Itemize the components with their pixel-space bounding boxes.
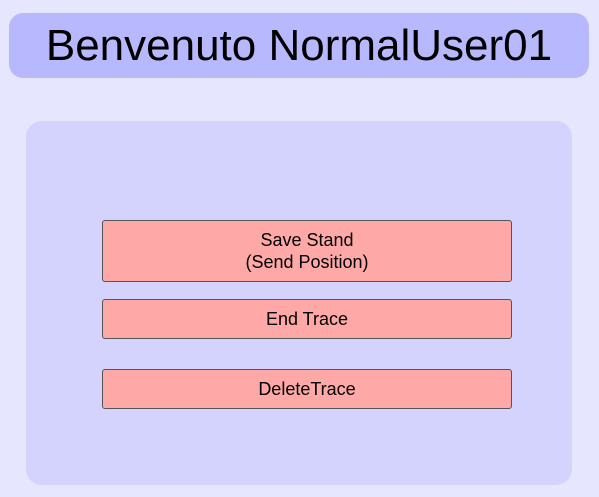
- send-position-label: (Send Position): [245, 252, 369, 272]
- welcome-header: Benvenuto NormalUser01: [9, 13, 589, 78]
- page-title: Benvenuto NormalUser01: [45, 20, 553, 70]
- end-trace-label: End Trace: [265, 309, 349, 329]
- delete-trace-label: DeleteTrace: [258, 379, 356, 399]
- save-stand-button[interactable]: Save Stand (Send Position): [102, 220, 512, 282]
- end-trace-button[interactable]: End Trace: [102, 299, 512, 339]
- delete-trace-button[interactable]: DeleteTrace: [102, 369, 512, 409]
- save-stand-label: Save Stand: [260, 230, 354, 250]
